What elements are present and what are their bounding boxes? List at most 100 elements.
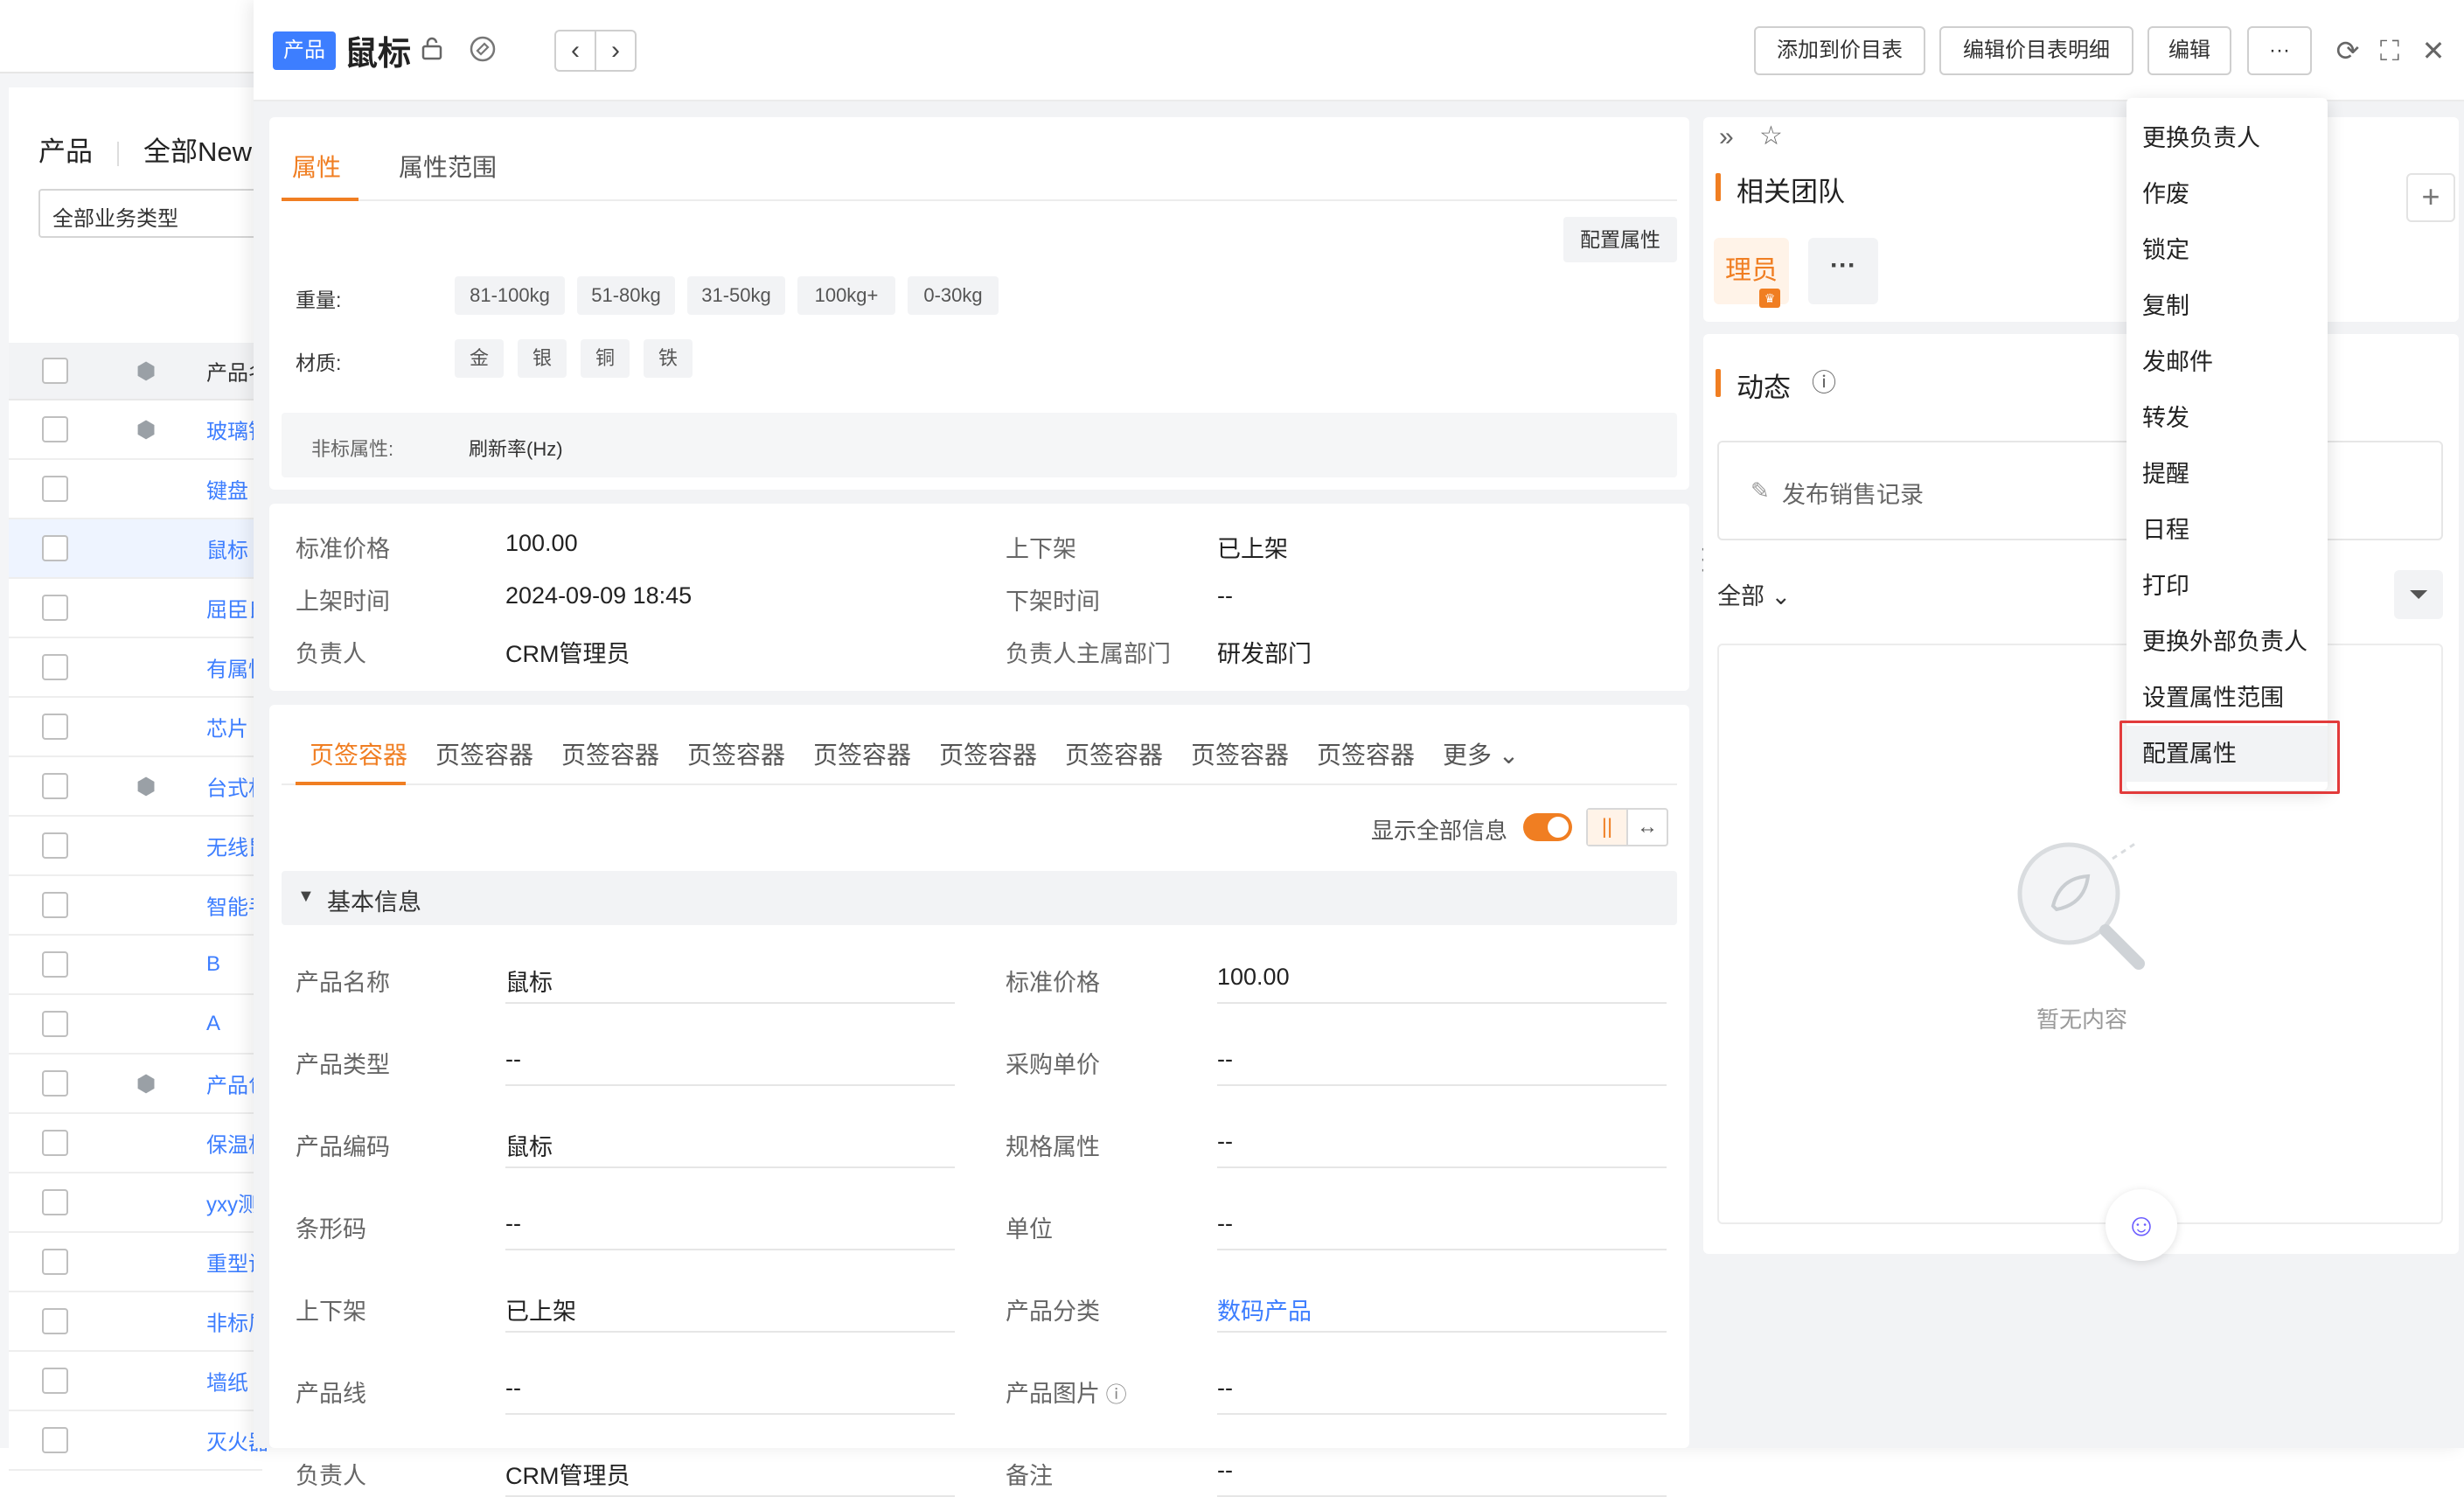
weight-option[interactable]: 51-80kg [577, 276, 675, 315]
collapse-icon[interactable]: » [1719, 122, 1734, 152]
previous-record-button[interactable]: ‹ [556, 31, 596, 70]
list-tab-all-new[interactable]: 全部New [143, 136, 252, 167]
add-to-pricebook-button[interactable]: 添加到价目表 [1754, 26, 1925, 75]
menu-item[interactable]: 作废 [2126, 166, 2328, 222]
menu-item[interactable]: 日程 [2126, 502, 2328, 558]
material-option[interactable]: 金 [455, 339, 504, 378]
product-name-link[interactable]: A [206, 1012, 220, 1036]
post-sales-record-box[interactable]: ✎ 发布销售记录 [1717, 441, 2443, 540]
row-checkbox[interactable] [42, 773, 68, 799]
full-width-icon[interactable]: ↔ [1628, 810, 1667, 845]
menu-item[interactable]: 更换负责人 [2126, 110, 2328, 166]
tab-more[interactable]: 更多 ⌄ [1443, 736, 1519, 771]
row-checkbox[interactable] [42, 1249, 68, 1275]
row-checkbox[interactable] [42, 1189, 68, 1215]
table-row[interactable]: ⬢ 产品包 [9, 1055, 269, 1114]
table-row[interactable]: A [9, 995, 262, 1055]
product-name-link[interactable]: 鼠标 [206, 533, 248, 564]
weight-option[interactable]: 81-100kg [455, 276, 565, 315]
table-row[interactable]: yxy测试 [9, 1173, 280, 1233]
table-row[interactable]: 键盘 [9, 460, 262, 519]
tab-page-container[interactable]: 页签容器 [310, 736, 407, 771]
section-basic-info[interactable]: ▼ 基本信息 [282, 871, 1677, 925]
help-icon[interactable]: ⓘ [1812, 364, 1836, 399]
filter-icon[interactable]: ⏷ [2394, 570, 2443, 619]
menu-item[interactable]: 转发 [2126, 390, 2328, 446]
table-row[interactable]: ⬢ 台式机 [9, 757, 269, 817]
menu-item[interactable]: 发邮件 [2126, 334, 2328, 390]
row-checkbox[interactable] [42, 832, 68, 859]
two-column-icon[interactable]: || [1588, 810, 1628, 845]
row-checkbox[interactable] [42, 951, 68, 978]
weight-option[interactable]: 0-30kg [908, 276, 999, 315]
product-name-link[interactable]: 墙纸 [206, 1366, 248, 1396]
close-icon[interactable]: ✕ [2417, 33, 2450, 68]
table-row[interactable]: 鼠标 [9, 519, 262, 579]
menu-item[interactable]: 复制 [2126, 278, 2328, 334]
product-name-link[interactable]: B [206, 952, 220, 977]
menu-item[interactable]: 设置属性范围 [2126, 670, 2328, 726]
row-checkbox[interactable] [42, 1070, 68, 1097]
material-option[interactable]: 铜 [581, 339, 630, 378]
field-value[interactable]: 数码产品 [1217, 1292, 1312, 1326]
tab-page-container[interactable]: 页签容器 [561, 736, 659, 771]
table-row[interactable]: 芯片 [9, 698, 262, 757]
tab-page-container[interactable]: 页签容器 [939, 736, 1037, 771]
show-all-toggle[interactable] [1523, 813, 1572, 841]
configure-attributes-button[interactable]: 配置属性 [1563, 217, 1677, 262]
row-checkbox[interactable] [42, 1130, 68, 1156]
menu-item[interactable]: 打印 [2126, 558, 2328, 614]
tab-attributes[interactable]: 属性 [292, 149, 341, 184]
product-name-link[interactable]: 键盘 [206, 474, 248, 505]
table-row[interactable]: 有属性 [9, 638, 269, 698]
add-member-button[interactable]: + [2406, 173, 2455, 222]
table-row[interactable]: 屈臣氏 [9, 579, 269, 638]
tab-page-container[interactable]: 页签容器 [1191, 736, 1289, 771]
more-actions-button[interactable]: ··· [2247, 26, 2312, 75]
edit-pricebook-detail-button[interactable]: 编辑价目表明细 [1939, 26, 2133, 75]
row-checkbox[interactable] [42, 595, 68, 621]
row-checkbox[interactable] [42, 535, 68, 561]
table-row[interactable]: 重型设备 [9, 1233, 290, 1292]
table-row[interactable]: 墙纸 [9, 1352, 262, 1411]
team-member-avatar[interactable]: 理员 ♛ [1714, 238, 1789, 308]
material-option[interactable]: 铁 [644, 339, 693, 378]
next-record-button[interactable]: › [596, 31, 635, 70]
row-checkbox[interactable] [42, 1308, 68, 1334]
fullscreen-icon[interactable]: ⛶ [2373, 33, 2406, 68]
pin-icon[interactable]: ☆ [1759, 121, 1783, 151]
tab-page-container[interactable]: 页签容器 [1317, 736, 1415, 771]
select-all-checkbox[interactable] [42, 358, 68, 384]
table-row[interactable]: 智能手表 [9, 876, 290, 936]
table-row[interactable]: 非标属性 [9, 1292, 290, 1352]
table-row[interactable]: 无线鼠标 [9, 817, 290, 876]
lock-icon[interactable] [416, 35, 448, 66]
tab-attribute-range[interactable]: 属性范围 [399, 149, 497, 184]
row-checkbox[interactable] [42, 1368, 68, 1394]
more-members-button[interactable]: ··· [1808, 238, 1878, 304]
menu-item[interactable]: 提醒 [2126, 446, 2328, 502]
table-row[interactable]: B [9, 936, 262, 995]
row-checkbox[interactable] [42, 1427, 68, 1453]
tab-page-container[interactable]: 页签容器 [435, 736, 533, 771]
product-name-link[interactable]: 芯片 [206, 712, 248, 742]
list-tab-product[interactable]: 产品 [38, 136, 93, 167]
table-row[interactable]: ⬢ 玻璃钢 [9, 400, 269, 460]
help-icon[interactable]: ⓘ [1100, 1383, 1127, 1407]
material-option[interactable]: 银 [518, 339, 567, 378]
edit-button[interactable]: 编辑 [2147, 26, 2231, 75]
activity-filter-dropdown[interactable]: 全部 ⌄ [1717, 577, 1791, 611]
table-row[interactable]: 保温杯 [9, 1114, 269, 1173]
menu-item[interactable]: 更换外部负责人 [2126, 614, 2328, 670]
weight-option[interactable]: 31-50kg [687, 276, 785, 315]
weight-option[interactable]: 100kg+ [797, 276, 895, 315]
row-checkbox[interactable] [42, 892, 68, 918]
row-checkbox[interactable] [42, 1011, 68, 1037]
tab-page-container[interactable]: 页签容器 [1065, 736, 1163, 771]
row-checkbox[interactable] [42, 654, 68, 680]
row-checkbox[interactable] [42, 416, 68, 442]
assistant-bot-icon[interactable]: ☺ [2106, 1189, 2177, 1261]
tab-page-container[interactable]: 页签容器 [687, 736, 785, 771]
tag-icon[interactable] [467, 35, 498, 66]
refresh-icon[interactable]: ⟳ [2331, 33, 2364, 68]
